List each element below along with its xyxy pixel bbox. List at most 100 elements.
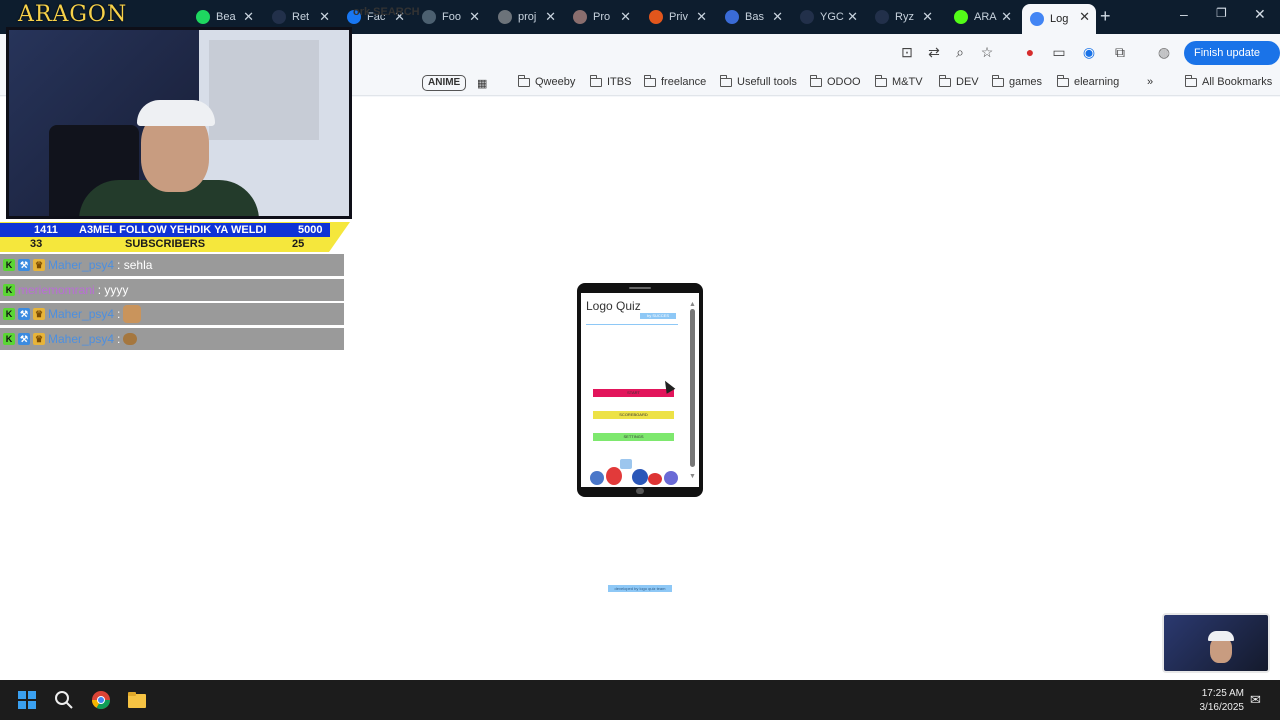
tab-pro[interactable]: Pro ✕ [565,4,637,30]
tab-ara[interactable]: ARA ✕ [946,4,1018,30]
close-tab-icon[interactable]: ✕ [620,9,631,25]
more-bookmarks-chevron-icon[interactable]: » [1147,76,1153,88]
bookmark-label: Usefull tools [737,76,797,88]
tab-log[interactable]: Log ✕ [1022,4,1096,34]
scroll-thumb[interactable] [690,309,695,467]
wrench-badge-icon: ⚒ [18,333,30,345]
close-tab-icon[interactable]: ✕ [696,9,707,25]
bookmark-folder-dev[interactable]: DEV [938,74,979,88]
tab-ryz[interactable]: Ryz ✕ [867,4,939,30]
minimize-button[interactable]: – [1180,6,1188,22]
page-icon [800,10,814,24]
phone-mockup: Logo Quiz by SUCCES START SCOREBOARD SET… [577,283,703,497]
tab-bas[interactable]: Bas ✕ [717,4,789,30]
bookmark-folder-usefull-tools[interactable]: Usefull tools [719,74,797,88]
tab-foo[interactable]: Foo ✕ [414,4,486,30]
bookmark-folder-odoo[interactable]: ODOO [809,74,861,88]
bookmark-label: games [1009,76,1043,88]
bookmark-label: M&TV [892,76,923,88]
close-tab-icon[interactable]: ✕ [469,9,480,25]
all-bookmarks-button[interactable]: All Bookmarks [1184,74,1272,88]
folder-icon [991,74,1004,87]
close-tab-icon[interactable]: ✕ [922,9,933,25]
close-tab-icon[interactable]: ✕ [772,9,783,25]
tab-title: Pro [593,11,611,23]
bookmark-label: DEV [956,76,979,88]
apps-grid-icon[interactable]: ▦ [477,77,487,90]
chat-message: Kmeriemomrani: yyyy [0,279,344,301]
mini-webcam-feed [1162,613,1270,673]
folder-icon [938,74,951,87]
tab-proj[interactable]: proj ✕ [490,4,562,30]
scroll-up-icon[interactable]: ▲ [689,301,696,308]
chat-username: Maher_psy4 [48,258,115,272]
app-scrollbar[interactable]: ▲ ▼ [689,301,696,481]
start-button[interactable]: START [593,389,674,397]
close-tab-icon[interactable]: ✕ [243,9,254,25]
settings-button[interactable]: SETTINGS [593,433,674,441]
windows-start-icon[interactable] [17,690,37,710]
spotify-icon [196,10,210,24]
bookmark-anime[interactable]: ANIME [422,75,467,91]
extension-icon[interactable]: ● [1021,43,1039,61]
bookmark-folder-freelance[interactable]: freelance [643,74,706,88]
folder-icon [1184,74,1197,87]
app-subtitle: by SUCCES [640,313,676,319]
credit-link[interactable]: developed by logo quiz team [608,585,672,592]
zoom-icon[interactable]: ⌕ [951,43,969,61]
install-app-icon[interactable]: ⊡ [898,43,916,61]
file-explorer-icon[interactable] [127,690,147,710]
chrome-icon[interactable] [91,690,111,710]
folder-icon [719,74,732,87]
restore-button[interactable]: ❐ [1216,6,1227,20]
chat-text: : [117,332,121,346]
c-icon [422,10,436,24]
extensions-puzzle-icon[interactable]: ⧉ [1111,43,1129,61]
bookmark-label: ODOO [827,76,861,88]
bookmark-folder-qweeby[interactable]: Qweeby [517,74,575,88]
bookmark-star-icon[interactable]: ☆ [978,43,996,61]
notification-icon[interactable]: ✉ [1250,692,1261,708]
system-clock[interactable]: 17:25 AM 3/16/2025 [1196,687,1245,715]
kick-icon [954,10,968,24]
tab-title: proj [518,11,537,23]
chat-message: K ⚒ ♛ Maher_psy4: sehla [0,254,344,276]
bookmark-work-search[interactable]: ork SEARCH [353,6,420,18]
chat-message: K ⚒ ♛ Maher_psy4: [0,303,344,325]
chat-text: : [117,307,121,321]
close-tab-icon[interactable]: ✕ [1079,9,1090,25]
subscribers-label: SUBSCRIBERS [125,238,206,250]
close-tab-icon[interactable]: ✕ [319,9,330,25]
close-window-button[interactable]: ✕ [1254,6,1266,23]
extension-window-icon[interactable]: ▭ [1050,43,1068,61]
finish-update-button[interactable]: Finish update ⋮ [1184,41,1280,83]
avatar-icon [573,10,587,24]
bookmark-folder-elearning[interactable]: elearning [1056,74,1119,88]
bookmark-folder-itbs[interactable]: ITBS [589,74,632,88]
close-tab-icon[interactable]: ✕ [1001,9,1012,25]
search-icon[interactable] [54,690,74,710]
bookmark-label: ANIME [428,77,461,88]
new-tab-button[interactable]: + [1100,6,1111,27]
tab-ygc[interactable]: YGC ✕ [792,4,864,30]
follow-goal-banner: 1411 A3MEL FOLLOW YEHDIK YA WELDI 5000 3… [0,222,350,252]
close-tab-icon[interactable]: ✕ [847,9,858,25]
media-icon[interactable]: ◉ [1080,43,1098,61]
folder-icon [589,74,602,87]
folder-icon [643,74,656,87]
app-title: Logo Quiz [586,299,641,313]
tab-title: Bea [216,11,236,23]
follower-count: 1411 [34,224,58,236]
tab-title: YGC [820,11,844,23]
translate-icon[interactable]: ⇄ [925,43,943,61]
bookmark-folder-games[interactable]: games [991,74,1043,88]
scroll-down-icon[interactable]: ▼ [689,473,696,480]
scoreboard-button[interactable]: SCOREBOARD [593,411,674,419]
tab-priv[interactable]: Priv ✕ [641,4,713,30]
bookmark-label: ITBS [607,76,632,88]
crown-badge-icon: ♛ [33,333,45,345]
close-tab-icon[interactable]: ✕ [545,9,556,25]
wrench-badge-icon: ⚒ [18,259,30,271]
bookmark-folder-m-tv[interactable]: M&TV [874,74,923,88]
profile-avatar-icon[interactable]: ◍ [1155,43,1173,61]
